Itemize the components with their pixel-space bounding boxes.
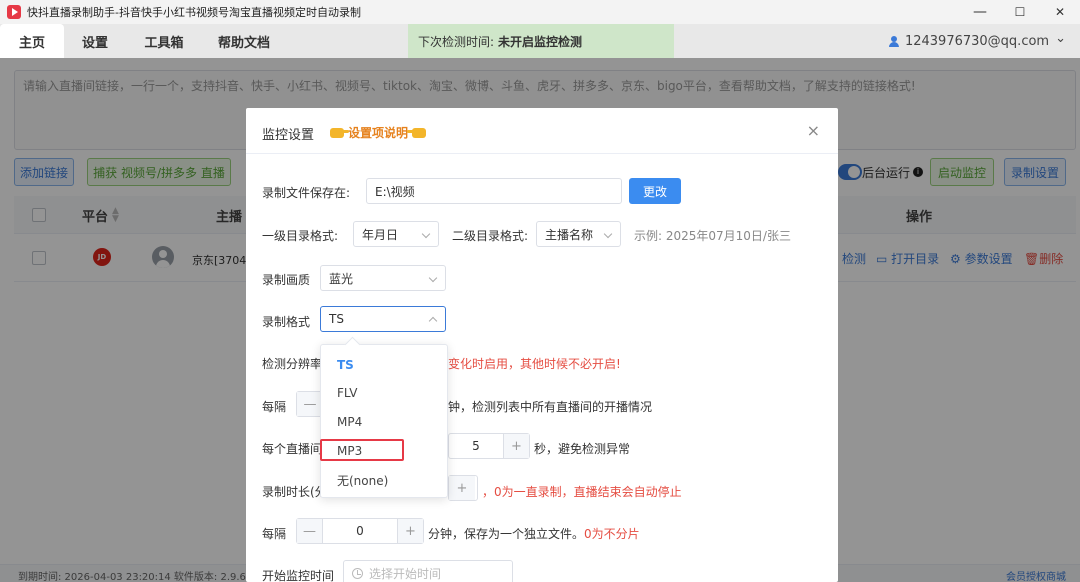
- settings-help-label: 设置项说明: [348, 126, 409, 140]
- format-value: TS: [329, 312, 344, 326]
- format-label: 录制格式: [262, 315, 311, 329]
- settings-help-link[interactable]: 设置项说明: [326, 124, 430, 141]
- split-minus-button[interactable]: —: [297, 519, 323, 543]
- title-bar: 快抖直播录制助手-抖音快手小红书视频号淘宝直播视频定时自动录制 — ☐ ✕: [0, 0, 1080, 24]
- resolution-note: 变化时启用，其他时候不必开启!: [448, 357, 621, 371]
- split-note-warning: 0为不分片: [584, 527, 640, 541]
- split-stepper: — 0 +: [296, 518, 424, 544]
- per-room-label: 每个直播间: [262, 442, 323, 456]
- per-room-unit: 秒，避免检测异常: [534, 442, 631, 456]
- mp3-highlight-box: [320, 439, 404, 461]
- per-room-value[interactable]: 5: [449, 434, 503, 458]
- dir2-label: 二级目录格式:: [452, 229, 529, 243]
- dir1-value: 年月日: [362, 227, 399, 242]
- split-note-text: 分钟，保存为一个独立文件。: [428, 527, 585, 541]
- account-menu[interactable]: 1243976730@qq.com ⌄: [888, 24, 1066, 58]
- clock-icon: [352, 567, 363, 579]
- chevron-down-icon: [603, 229, 613, 239]
- duration-note: ，0为一直录制，直播结束会自动停止: [482, 485, 682, 499]
- interval-note: 钟，检测列表中所有直播间的开播情况: [448, 400, 653, 414]
- format-option-none[interactable]: 无(none): [321, 466, 447, 494]
- save-path-input[interactable]: E:\视频: [366, 178, 622, 204]
- next-check-label: 下次检测时间:: [418, 34, 495, 49]
- chevron-up-icon: [428, 316, 438, 326]
- chevron-down-icon: ⌄: [1055, 30, 1066, 46]
- dir2-select[interactable]: 主播名称: [536, 221, 621, 247]
- tab-home[interactable]: 主页: [0, 24, 64, 58]
- quality-label: 录制画质: [262, 273, 311, 287]
- split-value[interactable]: 0: [323, 519, 397, 543]
- minimize-button[interactable]: —: [960, 0, 1000, 24]
- interval-label: 每隔: [262, 400, 287, 414]
- duration-plus-button[interactable]: +: [449, 476, 475, 500]
- pointing-hand-left-icon: [407, 128, 427, 138]
- dir1-select[interactable]: 年月日: [353, 221, 439, 247]
- per-room-plus-button[interactable]: +: [503, 434, 529, 458]
- format-option-mp4[interactable]: MP4: [321, 408, 447, 436]
- user-icon: [888, 35, 899, 47]
- start-time-placeholder: 选择开始时间: [369, 566, 442, 581]
- split-label: 每隔: [262, 527, 287, 541]
- window-controls: — ☐ ✕: [960, 0, 1080, 24]
- quality-value: 蓝光: [329, 271, 354, 286]
- window-title: 快抖直播录制助手-抖音快手小红书视频号淘宝直播视频定时自动录制: [27, 6, 361, 19]
- format-dropdown: TS FLV MP4 MP3 无(none): [320, 344, 448, 498]
- next-check-value: 未开启监控检测: [498, 34, 583, 49]
- split-plus-button[interactable]: +: [397, 519, 423, 543]
- format-option-ts[interactable]: TS: [321, 351, 447, 379]
- dialog-header: 监控设置 设置项说明 ×: [246, 108, 838, 154]
- chevron-down-icon: [428, 273, 438, 283]
- resolution-label: 检测分辨率: [262, 357, 323, 371]
- chevron-down-icon: [421, 229, 431, 239]
- close-button[interactable]: ✕: [1040, 0, 1080, 24]
- dialog-close-icon[interactable]: ×: [807, 121, 820, 140]
- format-option-flv[interactable]: FLV: [321, 379, 447, 407]
- format-select[interactable]: TS: [320, 306, 446, 332]
- per-room-stepper: 5 +: [448, 433, 530, 459]
- duration-label: 录制时长(分: [262, 485, 327, 499]
- maximize-button[interactable]: ☐: [1000, 0, 1040, 24]
- app-logo-icon: [7, 5, 21, 19]
- quality-select[interactable]: 蓝光: [320, 265, 446, 291]
- start-time-picker[interactable]: 选择开始时间: [343, 560, 513, 582]
- dir1-label: 一级目录格式:: [262, 229, 339, 243]
- split-note: 分钟，保存为一个独立文件。0为不分片: [428, 525, 640, 542]
- dir2-value: 主播名称: [545, 227, 594, 242]
- tab-toolbox[interactable]: 工具箱: [136, 24, 192, 58]
- start-time-label: 开始监控时间: [262, 569, 335, 582]
- change-path-button[interactable]: 更改: [629, 178, 681, 204]
- tab-help-docs[interactable]: 帮助文档: [212, 24, 276, 58]
- save-path-label: 录制文件保存在:: [262, 186, 351, 200]
- dialog-title: 监控设置: [262, 128, 315, 143]
- pointing-hand-right-icon: [330, 128, 349, 138]
- account-email: 1243976730@qq.com: [904, 33, 1050, 49]
- dir-example-text: 示例: 2025年07月10日/张三: [634, 229, 791, 243]
- duration-stepper: +: [448, 475, 478, 501]
- tab-settings[interactable]: 设置: [70, 24, 120, 58]
- next-check-banner: 下次检测时间: 未开启监控检测: [408, 24, 674, 58]
